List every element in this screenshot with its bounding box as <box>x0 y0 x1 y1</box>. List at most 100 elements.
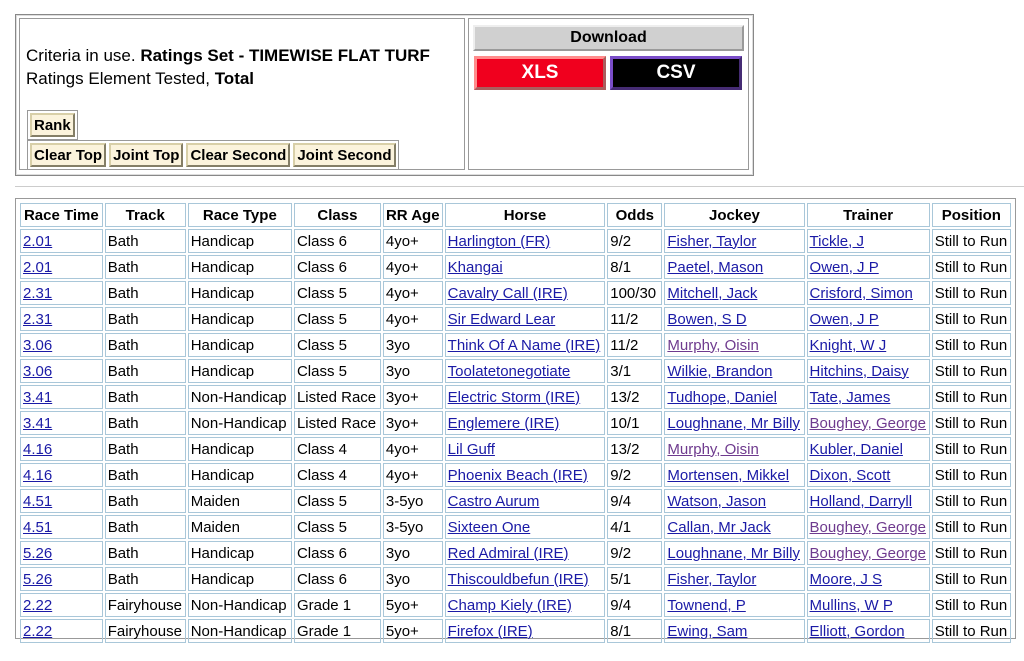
horse-link[interactable]: Think Of A Name (IRE) <box>448 337 601 354</box>
jockey-link[interactable]: Mitchell, Jack <box>667 285 757 302</box>
horse-link[interactable]: Sixteen One <box>448 519 531 536</box>
race-time-link[interactable]: 2.01 <box>23 259 52 276</box>
race-time-link[interactable]: 4.51 <box>23 493 52 510</box>
race-type-cell: Handicap <box>187 567 292 591</box>
jockey-link[interactable]: Watson, Jason <box>667 493 766 510</box>
col-header-position[interactable]: Position <box>931 203 1011 227</box>
rank-button[interactable]: Rank <box>30 113 75 137</box>
track-cell: Bath <box>104 255 186 279</box>
col-header-race-type[interactable]: Race Type <box>187 203 292 227</box>
joint-top-button[interactable]: Joint Top <box>109 143 184 167</box>
horse-link[interactable]: Sir Edward Lear <box>448 311 556 328</box>
jockey-link[interactable]: Paetel, Mason <box>667 259 763 276</box>
col-header-track[interactable]: Track <box>104 203 186 227</box>
horse-link[interactable]: Khangai <box>448 259 503 276</box>
col-header-odds[interactable]: Odds <box>607 203 663 227</box>
track-cell: Bath <box>104 515 186 539</box>
race-time-link[interactable]: 3.41 <box>23 415 52 432</box>
col-header-jockey[interactable]: Jockey <box>664 203 805 227</box>
col-header-rr-age[interactable]: RR Age <box>382 203 443 227</box>
position-cell: Still to Run <box>931 515 1011 539</box>
clear-second-button[interactable]: Clear Second <box>186 143 291 167</box>
trainer-link[interactable]: Moore, J S <box>810 571 883 588</box>
rr-age-cell: 4yo+ <box>382 281 443 305</box>
race-time-link[interactable]: 3.06 <box>23 363 52 380</box>
race-type-cell: Handicap <box>187 463 292 487</box>
jockey-link[interactable]: Loughnane, Mr Billy <box>667 415 800 432</box>
horse-link[interactable]: Lil Guff <box>448 441 495 458</box>
race-time-link[interactable]: 4.51 <box>23 519 52 536</box>
jockey-cell: Paetel, Mason <box>664 255 805 279</box>
position-cell: Still to Run <box>931 541 1011 565</box>
clear-top-button[interactable]: Clear Top <box>30 143 107 167</box>
race-time-link[interactable]: 2.31 <box>23 311 52 328</box>
horse-link[interactable]: Thiscouldbefun (IRE) <box>448 571 589 588</box>
col-header-horse[interactable]: Horse <box>444 203 606 227</box>
jockey-link[interactable]: Wilkie, Brandon <box>667 363 772 380</box>
horse-link[interactable]: Castro Aurum <box>448 493 540 510</box>
trainer-cell: Boughey, George <box>806 515 930 539</box>
trainer-link[interactable]: Crisford, Simon <box>810 285 913 302</box>
horse-link[interactable]: Toolatetonegotiate <box>448 363 571 380</box>
race-time-link[interactable]: 2.22 <box>23 597 52 614</box>
jockey-link[interactable]: Murphy, Oisin <box>667 441 758 458</box>
horse-link[interactable]: Firefox (IRE) <box>448 623 533 640</box>
race-time-link[interactable]: 5.26 <box>23 571 52 588</box>
jockey-link[interactable]: Fisher, Taylor <box>667 233 756 250</box>
race-type-cell: Non-Handicap <box>187 411 292 435</box>
position-cell: Still to Run <box>931 307 1011 331</box>
race-time-link[interactable]: 2.22 <box>23 623 52 640</box>
trainer-link[interactable]: Kubler, Daniel <box>810 441 903 458</box>
jockey-link[interactable]: Bowen, S D <box>667 311 746 328</box>
track-cell: Bath <box>104 281 186 305</box>
trainer-link[interactable]: Dixon, Scott <box>810 467 891 484</box>
trainer-link[interactable]: Knight, W J <box>810 337 887 354</box>
jockey-link[interactable]: Townend, P <box>667 597 745 614</box>
horse-link[interactable]: Electric Storm (IRE) <box>448 389 581 406</box>
race-time-link[interactable]: 4.16 <box>23 467 52 484</box>
col-header-class[interactable]: Class <box>293 203 381 227</box>
trainer-link[interactable]: Holland, Darryll <box>810 493 913 510</box>
jockey-link[interactable]: Callan, Mr Jack <box>667 519 770 536</box>
trainer-link[interactable]: Boughey, George <box>810 519 926 536</box>
horse-link[interactable]: Harlington (FR) <box>448 233 551 250</box>
download-csv-button[interactable]: CSV <box>610 56 742 90</box>
jockey-link[interactable]: Loughnane, Mr Billy <box>667 545 800 562</box>
horse-link[interactable]: Phoenix Beach (IRE) <box>448 467 588 484</box>
table-row: 3.41 Bath Non-Handicap Listed Race 3yo+ Engle… <box>20 411 1011 435</box>
download-xls-button[interactable]: XLS <box>474 56 606 90</box>
trainer-link[interactable]: Tickle, J <box>810 233 864 250</box>
race-time-link[interactable]: 3.41 <box>23 389 52 406</box>
trainer-link[interactable]: Owen, J P <box>810 259 879 276</box>
horse-link[interactable]: Englemere (IRE) <box>448 415 560 432</box>
odds-cell: 11/2 <box>607 307 663 331</box>
col-header-race-time[interactable]: Race Time <box>20 203 103 227</box>
trainer-link[interactable]: Owen, J P <box>810 311 879 328</box>
trainer-link[interactable]: Elliott, Gordon <box>810 623 905 640</box>
horse-link[interactable]: Champ Kiely (IRE) <box>448 597 572 614</box>
joint-second-button[interactable]: Joint Second <box>293 143 396 167</box>
jockey-link[interactable]: Murphy, Oisin <box>667 337 758 354</box>
rr-age-cell: 3yo <box>382 359 443 383</box>
trainer-link[interactable]: Boughey, George <box>810 415 926 432</box>
race-time-link[interactable]: 2.01 <box>23 233 52 250</box>
race-time-link[interactable]: 3.06 <box>23 337 52 354</box>
jockey-link[interactable]: Tudhope, Daniel <box>667 389 777 406</box>
race-time-link[interactable]: 5.26 <box>23 545 52 562</box>
jockey-link[interactable]: Fisher, Taylor <box>667 571 756 588</box>
trainer-link[interactable]: Boughey, George <box>810 545 926 562</box>
criteria-element-tested: Ratings Element Tested, Total <box>26 69 254 89</box>
trainer-link[interactable]: Tate, James <box>810 389 891 406</box>
trainer-link[interactable]: Hitchins, Daisy <box>810 363 909 380</box>
table-row: 4.16 Bath Handicap Class 4 4yo+ Phoenix Beach… <box>20 463 1011 487</box>
col-header-trainer[interactable]: Trainer <box>806 203 930 227</box>
horse-link[interactable]: Red Admiral (IRE) <box>448 545 569 562</box>
horse-link[interactable]: Cavalry Call (IRE) <box>448 285 568 302</box>
position-cell: Still to Run <box>931 567 1011 591</box>
race-time-link[interactable]: 2.31 <box>23 285 52 302</box>
race-time-link[interactable]: 4.16 <box>23 441 52 458</box>
jockey-link[interactable]: Ewing, Sam <box>667 623 747 640</box>
jockey-link[interactable]: Mortensen, Mikkel <box>667 467 789 484</box>
track-cell: Fairyhouse <box>104 593 186 617</box>
trainer-link[interactable]: Mullins, W P <box>810 597 893 614</box>
